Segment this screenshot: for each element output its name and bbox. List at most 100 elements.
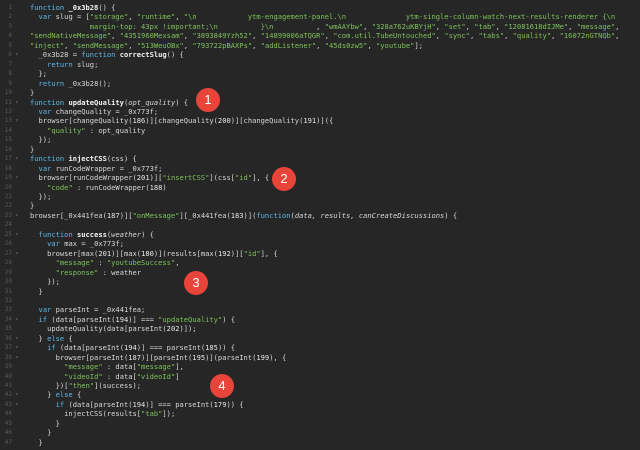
code-token: : weather: [98, 267, 142, 277]
code-line[interactable]: 24: [0, 220, 640, 229]
code-token: )]);: [179, 324, 197, 334]
code-line[interactable]: 17 ▾ function injectCSS(css) {: [0, 154, 640, 163]
code-token: browser[_0x441fea(: [30, 210, 107, 220]
fold-chevron-icon[interactable]: ▾: [15, 343, 23, 352]
code-line[interactable]: 19 ▾ browser[runCodeWrapper(201)]["insert…: [0, 173, 640, 182]
code-line[interactable]: 8 };: [0, 69, 640, 78]
code-token: : data[: [102, 371, 137, 381]
code-line[interactable]: 10}: [0, 88, 640, 97]
fold-chevron-icon[interactable]: ▾: [15, 173, 23, 182]
code-text: };: [30, 69, 48, 78]
code-line[interactable]: 29 "response" : weather: [0, 268, 640, 277]
code-line[interactable]: 9 return _0x3b28();: [0, 79, 640, 88]
code-line[interactable]: 37 ▾ if (data[parseInt(194)] === parseInt…: [0, 343, 640, 352]
line-number: 11: [4, 98, 12, 106]
code-token: ): [162, 182, 167, 192]
code-token: )) {: [226, 399, 244, 409]
code-token: var: [38, 163, 56, 173]
code-line[interactable]: 41 })["then"](success);: [0, 381, 640, 390]
line-number: 21: [4, 193, 12, 200]
code-line[interactable]: 14 "quality" : opt_quality: [0, 126, 640, 135]
code-line[interactable]: 39 "message" : data["message"],: [0, 362, 640, 371]
code-text: _0x3b28 = function correctSlug() {: [30, 50, 184, 59]
annotation-badge-3: 3: [184, 271, 208, 295]
code-line[interactable]: 42 ▾ } else {: [0, 390, 640, 399]
code-token: "youtubeSuccess": [106, 258, 176, 268]
fold-chevron-icon[interactable]: ▾: [15, 334, 23, 343]
code-line[interactable]: 44 injectCSS(results["tab"]);: [0, 409, 640, 418]
fold-chevron-icon[interactable]: ▾: [15, 249, 23, 258]
code-token: : runCodeWrapper(: [72, 182, 150, 192]
code-token: 201: [98, 248, 112, 258]
code-line[interactable]: 12 var changeQuality = _0x773f;: [0, 107, 640, 116]
fold-chevron-icon[interactable]: ▾: [15, 390, 23, 399]
code-line[interactable]: 27 ▾ browser[max(201)][max(180)](results[…: [0, 249, 640, 258]
code-token: "updateQuality": [158, 314, 223, 324]
code-line[interactable]: 15 });: [0, 135, 640, 144]
code-text: browser[max(201)][max(180)](results[max(…: [30, 249, 278, 258]
code-editor[interactable]: 1 function _0x3b28() {2 var slug = ["stor…: [0, 0, 640, 450]
code-line[interactable]: 30 });: [0, 277, 640, 286]
code-token: success: [76, 229, 107, 239]
code-token: "sync": [444, 31, 470, 41]
fold-chevron-icon[interactable]: ▾: [15, 230, 23, 239]
code-line[interactable]: 32: [0, 296, 640, 305]
fold-chevron-icon[interactable]: ▾: [15, 98, 23, 107]
fold-chevron-icon[interactable]: ▾: [15, 211, 23, 220]
fold-chevron-icon[interactable]: ▾: [15, 353, 23, 362]
code-token: ), {: [269, 352, 287, 362]
code-token: 188: [149, 182, 163, 192]
code-token: )](: [243, 210, 257, 220]
code-token: ], {: [252, 173, 270, 183]
code-line[interactable]: 2 var slug = ["storage", "runtime", "\n …: [0, 12, 640, 21]
code-line[interactable]: 16}: [0, 145, 640, 154]
code-token: ,: [128, 12, 137, 22]
code-line[interactable]: 13 ▾ browser[changeQuality(186)][changeQu…: [0, 116, 640, 125]
code-line[interactable]: 23 ▾ browser[_0x441fea(187)]["onMessage"][…: [0, 211, 640, 220]
code-line[interactable]: 40 "videoId" : data["videoId"]: [0, 372, 640, 381]
code-line[interactable]: 20 "code" : runCodeWrapper(188): [0, 183, 640, 192]
code-token: "id": [243, 248, 261, 258]
code-line[interactable]: 47 }: [0, 438, 640, 447]
code-line[interactable]: 6 ▾ _0x3b28 = function correctSlug() {: [0, 50, 640, 59]
code-line[interactable]: 34 ▾ if (data[parseInt(194)] === "updateQ…: [0, 315, 640, 324]
code-token: ,: [175, 12, 184, 22]
code-token: "tabs": [478, 31, 505, 41]
code-line[interactable]: 1 function _0x3b28() {: [0, 3, 640, 12]
fold-chevron-icon[interactable]: ▾: [15, 154, 23, 163]
fold-chevron-icon[interactable]: ▾: [15, 400, 23, 409]
line-number: 43: [4, 400, 12, 408]
code-token: function: [256, 210, 291, 220]
fold-chevron-icon[interactable]: ▾: [15, 315, 23, 324]
code-line[interactable]: 22}: [0, 201, 640, 210]
code-line[interactable]: 45 }: [0, 419, 640, 428]
code-line[interactable]: 11 ▾ function updateQuality(opt_quality) {: [0, 98, 640, 107]
code-line[interactable]: 18 var runCodeWrapper = _0x773f;: [0, 164, 640, 173]
code-token: "sendNativeMessage": [30, 31, 112, 41]
code-line[interactable]: 28 "message" : "youtubeSuccess",: [0, 258, 640, 267]
code-line[interactable]: 5 "inject", "sendMessage", "513WeuOBx", "…: [0, 41, 640, 50]
code-line[interactable]: 46 }: [0, 428, 640, 437]
code-line[interactable]: 26 var max = _0x773f;: [0, 239, 640, 248]
code-line[interactable]: 4 "sendNativeMessage", "4351960Mexsam", "…: [0, 31, 640, 40]
fold-chevron-icon[interactable]: ▾: [15, 116, 23, 125]
code-line[interactable]: 43 ▾ if (data[parseInt(194)] === parseInt…: [0, 400, 640, 409]
code-line[interactable]: 25 ▾ function success(weather) {: [0, 230, 640, 239]
code-line[interactable]: 33 var parseInt = _0x441fea;: [0, 305, 640, 314]
code-line[interactable]: 35 updateQuality(data[parseInt(202)]);: [0, 324, 640, 333]
code-text: return _0x3b28();: [30, 79, 112, 88]
code-token: });: [30, 192, 52, 201]
code-line[interactable]: 38 ▾ browser[parseInt(187)][parseInt(195)…: [0, 353, 640, 362]
code-line[interactable]: 21 });: [0, 192, 640, 201]
code-line[interactable]: 7 return slug;: [0, 60, 640, 69]
code-line[interactable]: 36 ▾ } else {: [0, 334, 640, 343]
code-token: "16072nGTNQb": [559, 31, 616, 41]
code-line[interactable]: 31 }: [0, 287, 640, 296]
code-token: ](css[: [209, 173, 236, 183]
code-text: } else {: [30, 334, 73, 343]
fold-chevron-icon[interactable]: ▾: [15, 50, 23, 59]
code-line[interactable]: 3 margin-top: 43px !important;\n }\n , "…: [0, 22, 640, 31]
code-text: browser[parseInt(187)][parseInt(195)](pa…: [30, 352, 287, 362]
